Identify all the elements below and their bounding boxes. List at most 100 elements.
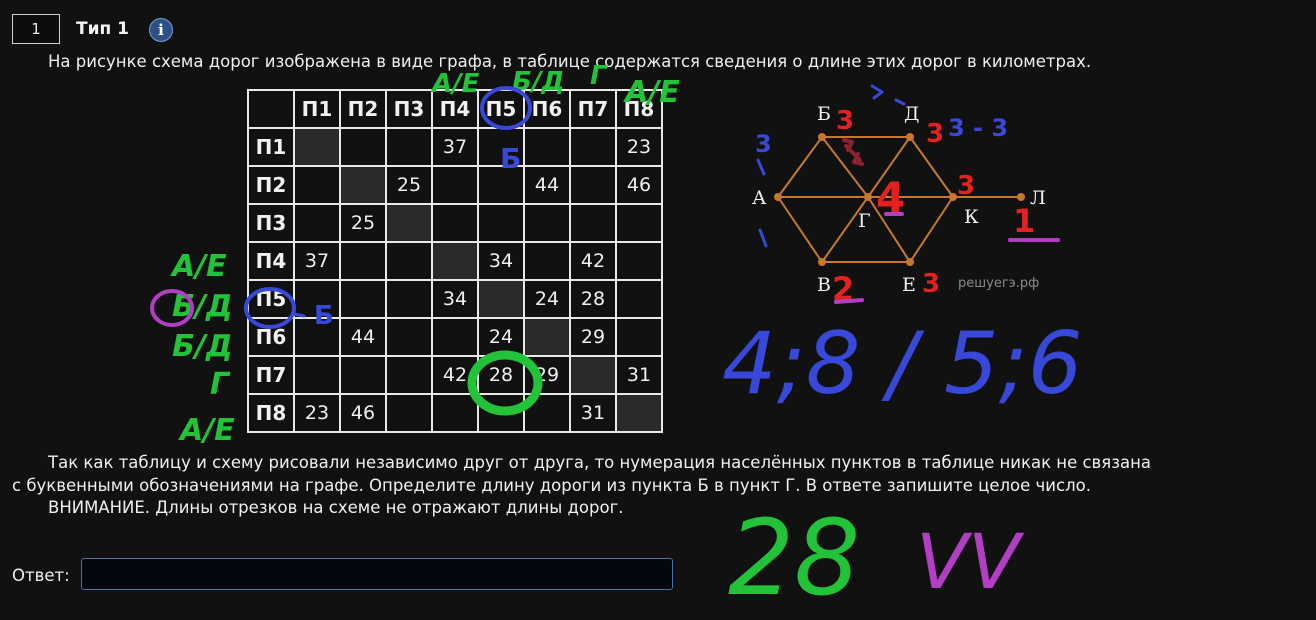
table-cell xyxy=(569,165,617,205)
table-row: П1 37 23 xyxy=(247,127,663,167)
table-cell: 23 xyxy=(615,127,663,167)
table-cell xyxy=(385,203,433,243)
row-header: П8 xyxy=(247,393,295,433)
row-header: П5 xyxy=(247,279,295,319)
column-header: П8 xyxy=(615,89,663,129)
graph-edge xyxy=(777,196,823,263)
table-cell: 28 xyxy=(477,355,525,395)
answer-input[interactable] xyxy=(81,558,673,590)
table-cell: 24 xyxy=(477,317,525,357)
table-cell xyxy=(385,241,433,281)
table-row: П5 34 24 28 xyxy=(247,279,663,319)
table-cell xyxy=(339,127,387,167)
table-cell: 31 xyxy=(569,393,617,433)
table-cell xyxy=(477,203,525,243)
ink-answer-marks: VV xyxy=(916,517,1025,606)
table-cell xyxy=(477,165,525,205)
task-text-2: с буквенными обозначениями на графе. Опр… xyxy=(12,476,1091,495)
table-row: П2 25 44 46 xyxy=(247,165,663,205)
row-header: П3 xyxy=(247,203,295,243)
table-cell xyxy=(339,241,387,281)
table-cell xyxy=(339,355,387,395)
table-cell xyxy=(385,393,433,433)
graph-edge xyxy=(777,136,823,198)
table-cell xyxy=(615,203,663,243)
task-text-3: ВНИМАНИЕ. Длины отрезков на схеме не отр… xyxy=(48,498,624,517)
graph-node xyxy=(864,193,872,201)
table-cell: 42 xyxy=(569,241,617,281)
road-length-table: П1 П2 П3 П4 П5 П6 П7 П8 П1 37 23 П2 25 44 46 П3 25 П4 37 34… xyxy=(247,89,663,433)
table-row: П8 23 46 31 xyxy=(247,393,663,433)
table-row: П7 42 28 29 31 xyxy=(247,355,663,395)
table-cell xyxy=(293,317,341,357)
table-cell xyxy=(293,355,341,395)
table-cell xyxy=(293,203,341,243)
row-header: П7 xyxy=(247,355,295,395)
node-label-e: Е xyxy=(902,274,916,296)
table-cell xyxy=(293,165,341,205)
table-cell: 37 xyxy=(293,241,341,281)
table-cell: 29 xyxy=(569,317,617,357)
table-cell xyxy=(431,393,479,433)
table-cell xyxy=(385,127,433,167)
graph-node xyxy=(818,133,826,141)
graph-edge xyxy=(821,136,869,198)
node-label-k: К xyxy=(964,206,979,228)
table-cell xyxy=(523,127,571,167)
row-header: П4 xyxy=(247,241,295,281)
graph-node xyxy=(1017,193,1025,201)
table-cell xyxy=(339,279,387,319)
table-cell xyxy=(523,241,571,281)
node-label-d: Д xyxy=(904,103,919,125)
info-icon[interactable]: i xyxy=(149,18,173,42)
table-cell xyxy=(569,127,617,167)
road-graph: Б Д А Г К Л В Е xyxy=(752,103,1046,296)
table-cell xyxy=(523,317,571,357)
node-label-g: Г xyxy=(858,210,871,232)
row-header: П1 xyxy=(247,127,295,167)
node-label-a: А xyxy=(752,187,767,209)
column-header: П4 xyxy=(431,89,479,129)
table-cell xyxy=(477,393,525,433)
table-corner xyxy=(247,89,295,129)
table-cell xyxy=(431,241,479,281)
table-cell: 28 xyxy=(569,279,617,319)
graph-edge xyxy=(867,136,911,198)
table-cell xyxy=(523,393,571,433)
task-text-1: Так как таблицу и схему рисовали независ… xyxy=(48,453,1151,472)
ink-left-bd-2: Б/Д xyxy=(172,329,233,364)
answer-label: Ответ: xyxy=(12,566,70,585)
table-cell xyxy=(431,165,479,205)
table-cell xyxy=(339,165,387,205)
table-cell: 31 xyxy=(615,355,663,395)
column-header: П2 xyxy=(339,89,387,129)
column-header: П5 xyxy=(477,89,525,129)
table-cell xyxy=(477,127,525,167)
table-cell xyxy=(385,317,433,357)
watermark: решуегэ.рф xyxy=(958,276,1040,291)
ink-left-bd-1: Б/Д xyxy=(172,289,233,324)
ink-left-g: Г xyxy=(210,367,231,402)
node-label-b: Б xyxy=(817,103,831,125)
table-cell: 25 xyxy=(385,165,433,205)
row-header: П2 xyxy=(247,165,295,205)
table-cell: 46 xyxy=(615,165,663,205)
graph-edge xyxy=(909,196,954,263)
table-cell: 46 xyxy=(339,393,387,433)
table-cell: 34 xyxy=(431,279,479,319)
graph-edge xyxy=(909,136,954,198)
graph-node xyxy=(949,193,957,201)
table-cell xyxy=(385,279,433,319)
ink-big-blue-numbers: 4;8 / 5;6 xyxy=(722,314,1082,414)
ink-left-ae-2: А/Е xyxy=(178,413,235,448)
task-number-box: 1 xyxy=(12,14,60,44)
table-cell: 37 xyxy=(431,127,479,167)
column-header: П1 xyxy=(293,89,341,129)
table-cell: 44 xyxy=(339,317,387,357)
table-cell xyxy=(615,241,663,281)
column-header: П7 xyxy=(569,89,617,129)
table-cell xyxy=(385,355,433,395)
table-cell: 29 xyxy=(523,355,571,395)
table-cell: 44 xyxy=(523,165,571,205)
graph-node xyxy=(906,133,914,141)
